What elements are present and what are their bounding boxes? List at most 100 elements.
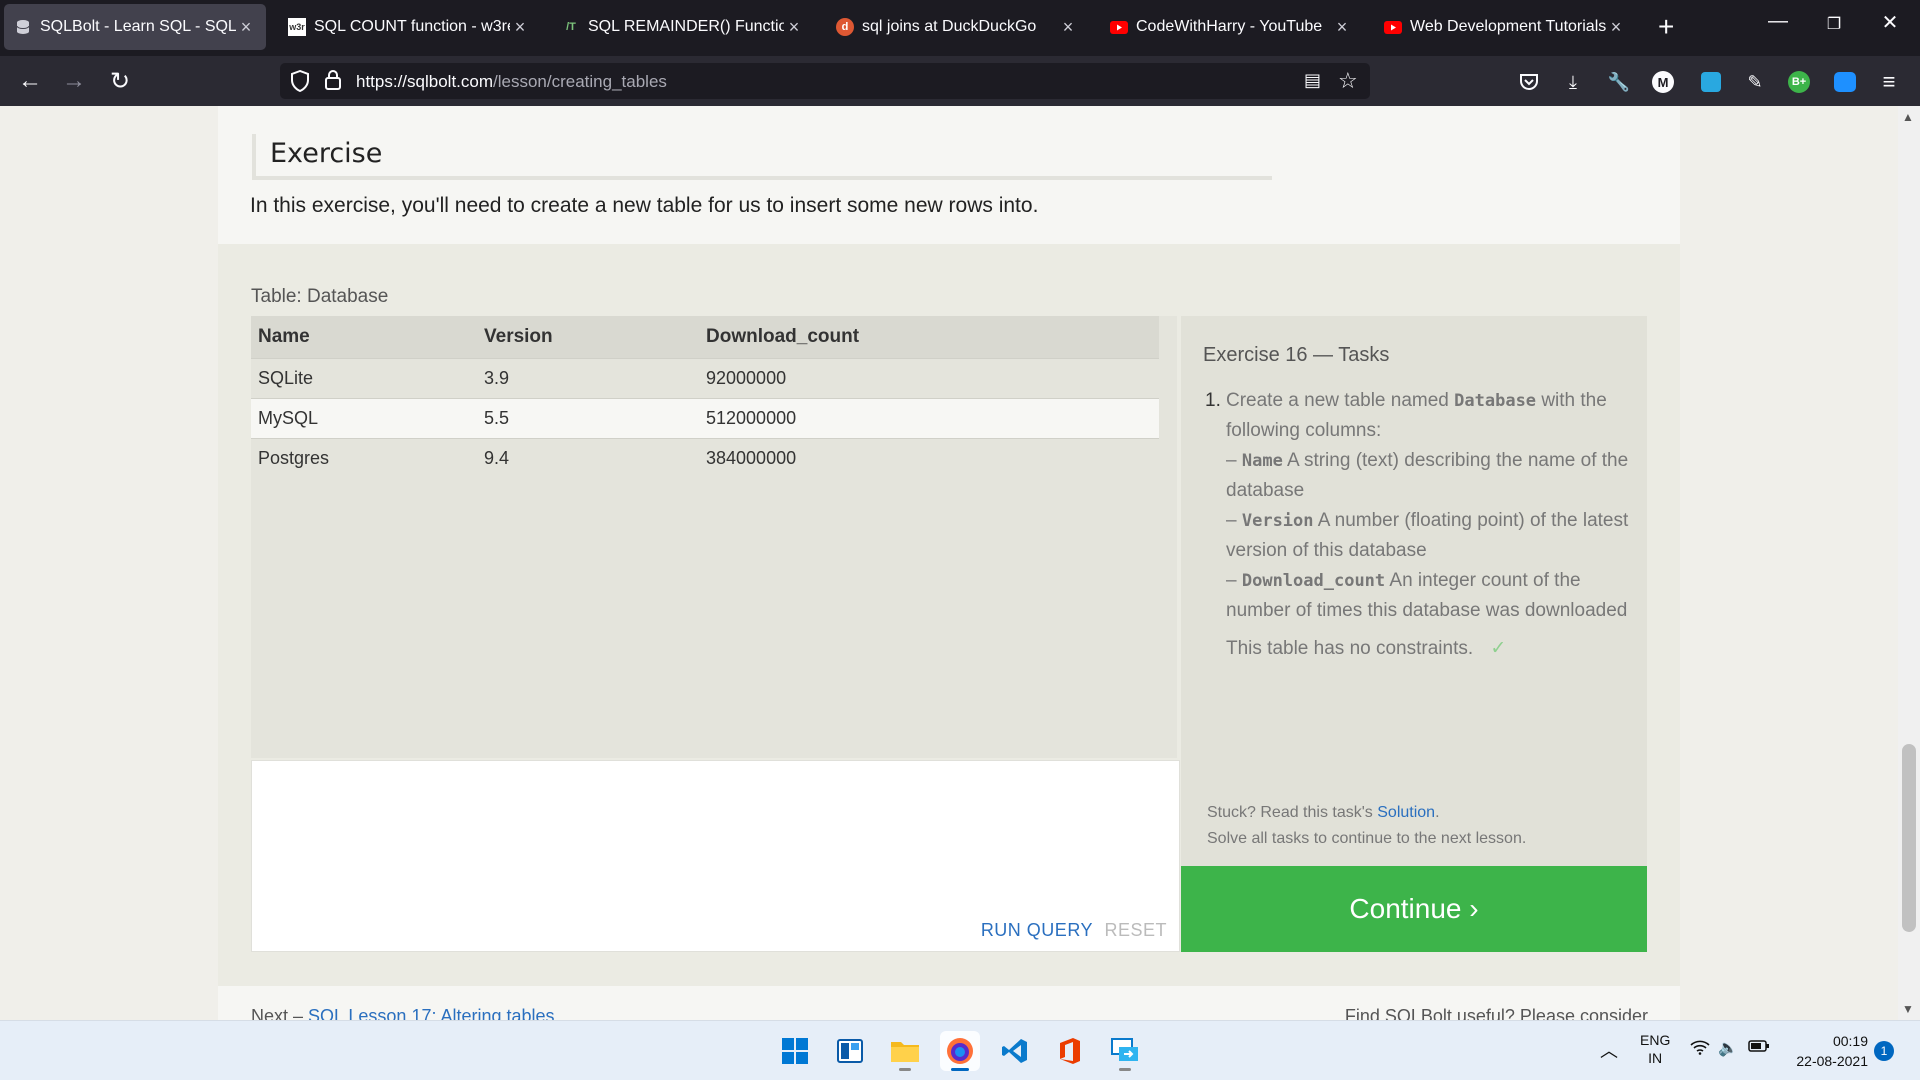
close-icon[interactable]: × bbox=[784, 17, 804, 38]
stuck-text: Stuck? Read this task's bbox=[1207, 804, 1373, 821]
notification-badge[interactable]: 1 bbox=[1874, 1041, 1894, 1061]
reload-icon[interactable]: ↻ bbox=[104, 65, 136, 97]
translate-extension-icon[interactable] bbox=[1698, 69, 1724, 95]
table-cell: 9.4 bbox=[477, 437, 699, 478]
column-header: Name bbox=[251, 316, 477, 358]
close-icon[interactable]: × bbox=[1332, 17, 1352, 38]
page-scrollbar[interactable]: ▲ ▼ bbox=[1898, 106, 1920, 1020]
pocket-icon[interactable] bbox=[1516, 69, 1542, 95]
page-viewport: Exercise In this exercise, you'll need t… bbox=[0, 106, 1898, 1020]
shield-icon[interactable] bbox=[290, 69, 310, 97]
scroll-up-icon[interactable]: ▲ bbox=[1902, 110, 1914, 124]
url-text: https://sqlbolt.com/lesson/creating_tabl… bbox=[356, 72, 667, 92]
tab-title: CodeWithHarry - YouTube bbox=[1136, 18, 1323, 35]
table-cell: 5.5 bbox=[477, 397, 699, 438]
tab-title: SQL REMAINDER() Function bbox=[588, 18, 784, 35]
solve-all-text: Solve all tasks to continue to the next … bbox=[1207, 830, 1527, 847]
tasks-title: Exercise 16 — Tasks bbox=[1203, 344, 1390, 366]
tab-title: sql joins at DuckDuckGo bbox=[862, 18, 1037, 35]
windows-taskbar: ︿ ENG IN 🔈 00:19 22-08-2021 1 bbox=[0, 1020, 1920, 1080]
wifi-icon[interactable] bbox=[1690, 1039, 1710, 1060]
table-row: MySQL 5.5 512000000 bbox=[251, 397, 1159, 438]
sql-query-editor[interactable]: RUN QUERY RESET bbox=[251, 760, 1180, 952]
cloud-extension-icon[interactable] bbox=[1832, 69, 1858, 95]
task-list: 1. Create a new table named Database wit… bbox=[1203, 386, 1633, 664]
vscode-icon[interactable] bbox=[995, 1031, 1035, 1071]
close-icon[interactable]: × bbox=[236, 17, 256, 38]
office-icon[interactable] bbox=[1050, 1031, 1090, 1071]
tab-w3resource[interactable]: w3r SQL COUNT function - w3resou × bbox=[278, 4, 540, 50]
battery-icon[interactable] bbox=[1748, 1039, 1770, 1056]
close-icon[interactable]: × bbox=[1058, 17, 1078, 38]
table-row: Postgres 9.4 384000000 bbox=[251, 437, 1159, 478]
wrench-icon[interactable]: 🔧 bbox=[1606, 69, 1632, 95]
tab-title: Web Development Tutorials Fo bbox=[1410, 18, 1606, 35]
clock-date: 22-08-2021 bbox=[1796, 1053, 1868, 1069]
window-close-icon[interactable]: ✕ bbox=[1870, 10, 1910, 35]
tab-duckduckgo[interactable]: d sql joins at DuckDuckGo × bbox=[826, 4, 1088, 50]
next-prefix: Next – bbox=[251, 1006, 304, 1020]
exercise-intro: In this exercise, you'll need to create … bbox=[250, 194, 1039, 217]
constraints-note: This table has no constraints. bbox=[1226, 638, 1474, 659]
scroll-down-icon[interactable]: ▼ bbox=[1902, 1002, 1914, 1016]
close-icon[interactable]: × bbox=[510, 17, 530, 38]
bookmark-star-icon[interactable]: ☆ bbox=[1338, 68, 1358, 94]
tab-codewithharry[interactable]: CodeWithHarry - YouTube × bbox=[1100, 4, 1362, 50]
url-host: https://sqlbolt.com bbox=[356, 72, 494, 91]
continue-button[interactable]: Continue › bbox=[1181, 866, 1647, 952]
support-note: Find SQLBolt useful? Please consider bbox=[1344, 1006, 1648, 1020]
tasks-panel: Exercise 16 — Tasks 1. Create a new tabl… bbox=[1181, 316, 1647, 866]
address-bar[interactable]: https://sqlbolt.com/lesson/creating_tabl… bbox=[280, 63, 1370, 99]
volume-icon[interactable]: 🔈 bbox=[1718, 1038, 1738, 1058]
duckduckgo-icon: d bbox=[836, 18, 854, 36]
firefox-icon[interactable] bbox=[940, 1031, 980, 1071]
clock-time: 00:19 bbox=[1832, 1033, 1868, 1049]
table-cell: 92000000 bbox=[699, 357, 1159, 398]
scrollbar-thumb[interactable] bbox=[1902, 744, 1916, 932]
widgets-icon[interactable] bbox=[830, 1031, 870, 1071]
restore-icon[interactable]: ❐ bbox=[1814, 14, 1854, 34]
url-path: /lesson/creating_tables bbox=[493, 72, 667, 91]
download-icon[interactable]: ⤓ bbox=[1560, 69, 1586, 95]
exercise-area: Table: Database Name Version Download_co… bbox=[218, 244, 1680, 986]
column-header: Version bbox=[477, 316, 699, 358]
task-text: Create a new table named bbox=[1226, 390, 1449, 411]
file-explorer-icon[interactable] bbox=[885, 1031, 925, 1071]
lang-code: ENG bbox=[1640, 1032, 1671, 1048]
extension-b-icon[interactable]: B+ bbox=[1786, 69, 1812, 95]
table-cell: 384000000 bbox=[699, 437, 1159, 478]
extension-m-icon[interactable]: M bbox=[1650, 69, 1676, 95]
column-header: Download_count bbox=[699, 316, 1159, 358]
lock-icon[interactable] bbox=[324, 69, 342, 96]
table-cell: Postgres bbox=[251, 437, 477, 478]
tab-strip: SQLBolt - Learn SQL - SQL Less × w3r SQL… bbox=[0, 0, 1920, 56]
task-column-name: Download_count bbox=[1241, 571, 1386, 591]
chevron-up-icon[interactable]: ︿ bbox=[1600, 1037, 1618, 1063]
tab-sql-remainder[interactable]: /T SQL REMAINDER() Function × bbox=[552, 4, 814, 50]
table-caption: Table: Database bbox=[251, 286, 389, 307]
tab-web-dev[interactable]: Web Development Tutorials Fo × bbox=[1374, 4, 1636, 50]
task-column-name: Version bbox=[1241, 511, 1314, 531]
running-indicator bbox=[1119, 1068, 1131, 1071]
remote-desktop-icon[interactable] bbox=[1105, 1031, 1145, 1071]
youtube-icon bbox=[1384, 18, 1402, 36]
start-icon[interactable] bbox=[775, 1031, 815, 1071]
minimize-icon[interactable]: — bbox=[1758, 10, 1798, 33]
next-lesson-link[interactable]: SQL Lesson 17: Altering tables bbox=[308, 1006, 555, 1020]
color-picker-icon[interactable]: ✎ bbox=[1742, 69, 1768, 95]
result-table-box: Name Version Download_count SQLite 3.9 9… bbox=[251, 316, 1177, 758]
close-icon[interactable]: × bbox=[1606, 17, 1626, 38]
reset-button[interactable]: RESET bbox=[1104, 920, 1167, 941]
language-indicator[interactable]: ENG IN bbox=[1640, 1031, 1670, 1067]
reader-view-icon[interactable]: ▤ bbox=[1304, 70, 1321, 91]
solution-link[interactable]: Solution bbox=[1377, 804, 1435, 821]
clock[interactable]: 00:19 22-08-2021 bbox=[1790, 1031, 1868, 1071]
task-column-desc: A string (text) describing the name of t… bbox=[1226, 450, 1629, 501]
forward-arrow-icon[interactable]: → bbox=[58, 65, 90, 97]
result-table: Name Version Download_count SQLite 3.9 9… bbox=[251, 316, 1159, 478]
new-tab-button[interactable]: + bbox=[1658, 12, 1674, 42]
hamburger-menu-icon[interactable]: ≡ bbox=[1876, 69, 1902, 95]
run-query-button[interactable]: RUN QUERY bbox=[981, 920, 1093, 941]
back-arrow-icon[interactable]: ← bbox=[14, 65, 46, 97]
tab-sqlbolt[interactable]: SQLBolt - Learn SQL - SQL Less × bbox=[4, 4, 266, 50]
